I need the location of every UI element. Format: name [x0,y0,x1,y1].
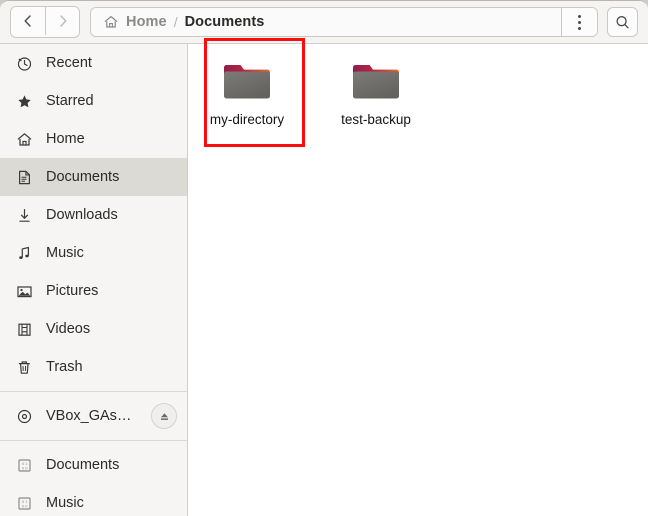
sidebar-item-home[interactable]: Home [0,120,187,158]
chevron-right-icon [59,15,66,27]
home-icon [16,131,33,148]
sidebar-item-label: Documents [46,457,120,473]
svg-text:0: 0 [25,465,28,470]
navigation-button-group [10,6,80,38]
shared-folder-icon: 0 1 0 0 [16,495,33,512]
breadcrumb-item-home[interactable]: Home [126,14,167,30]
sidebar-item-recent[interactable]: Recent [0,44,187,82]
svg-text:0: 0 [25,503,28,508]
document-icon [16,169,33,186]
path-bar: Home / Documents [90,7,598,37]
folder-icon [353,65,399,99]
star-icon [16,93,33,110]
sidebar-item-trash[interactable]: Trash [0,348,187,386]
sidebar: Recent Starred Home Documents Downloads … [0,44,188,516]
sidebar-item-downloads[interactable]: Downloads [0,196,187,234]
sidebar-item-label: Downloads [46,207,118,223]
search-icon [616,15,629,28]
chevron-left-icon [24,15,31,27]
sidebar-divider [0,440,187,441]
eject-button[interactable] [151,403,177,429]
sidebar-item-label: Videos [46,321,91,337]
back-button[interactable] [11,7,45,35]
sidebar-item-shared-music[interactable]: 0 1 0 0 Music [0,484,187,516]
image-icon [16,283,33,300]
file-item-test-backup[interactable]: test-backup [330,54,422,128]
sidebar-item-label: Music [46,495,84,511]
sidebar-divider [0,391,187,392]
file-grid-view[interactable]: my-directory test-backup [189,44,648,516]
sidebar-item-documents[interactable]: Documents [0,158,187,196]
vertical-dots-icon [578,14,581,30]
shared-folder-icon: 0 1 0 0 [16,457,33,474]
search-button[interactable] [607,7,638,37]
sidebar-item-shared-documents[interactable]: 0 1 0 0 Documents [0,446,187,484]
forward-button[interactable] [45,7,79,35]
breadcrumb[interactable]: Home / Documents [91,8,561,36]
trash-icon [16,359,33,376]
file-item-my-directory[interactable]: my-directory [201,54,293,128]
eject-icon [160,412,168,420]
file-grid: my-directory test-backup [189,44,471,138]
sidebar-item-label: Pictures [46,283,99,299]
breadcrumb-item-documents[interactable]: Documents [185,14,265,30]
sidebar-item-label: Music [46,245,84,261]
disc-icon [16,408,33,425]
sidebar-item-label: Starred [46,93,94,109]
sidebar-item-label: Recent [46,55,92,71]
sidebar-item-vbox-drive[interactable]: VBox_GAs_7.... [0,397,187,435]
sidebar-item-music[interactable]: Music [0,234,187,272]
film-icon [16,321,33,338]
sidebar-item-label: Home [46,131,85,147]
sidebar-item-label: Documents [46,169,120,185]
download-icon [16,207,33,224]
sidebar-item-label: Trash [46,359,83,375]
breadcrumb-separator: / [173,14,178,30]
music-note-icon [16,245,33,262]
menu-button[interactable] [561,8,597,36]
home-icon [103,14,119,30]
file-item-label: test-backup [341,112,411,127]
file-manager-window: Home / Documents Recent Starred Home Doc… [0,0,648,516]
clock-icon [16,55,33,72]
file-item-label: my-directory [209,112,285,127]
folder-icon [224,65,270,99]
header-bar: Home / Documents [0,1,648,44]
sidebar-item-label: VBox_GAs_7.... [46,408,138,424]
sidebar-item-starred[interactable]: Starred [0,82,187,120]
sidebar-item-videos[interactable]: Videos [0,310,187,348]
sidebar-item-pictures[interactable]: Pictures [0,272,187,310]
